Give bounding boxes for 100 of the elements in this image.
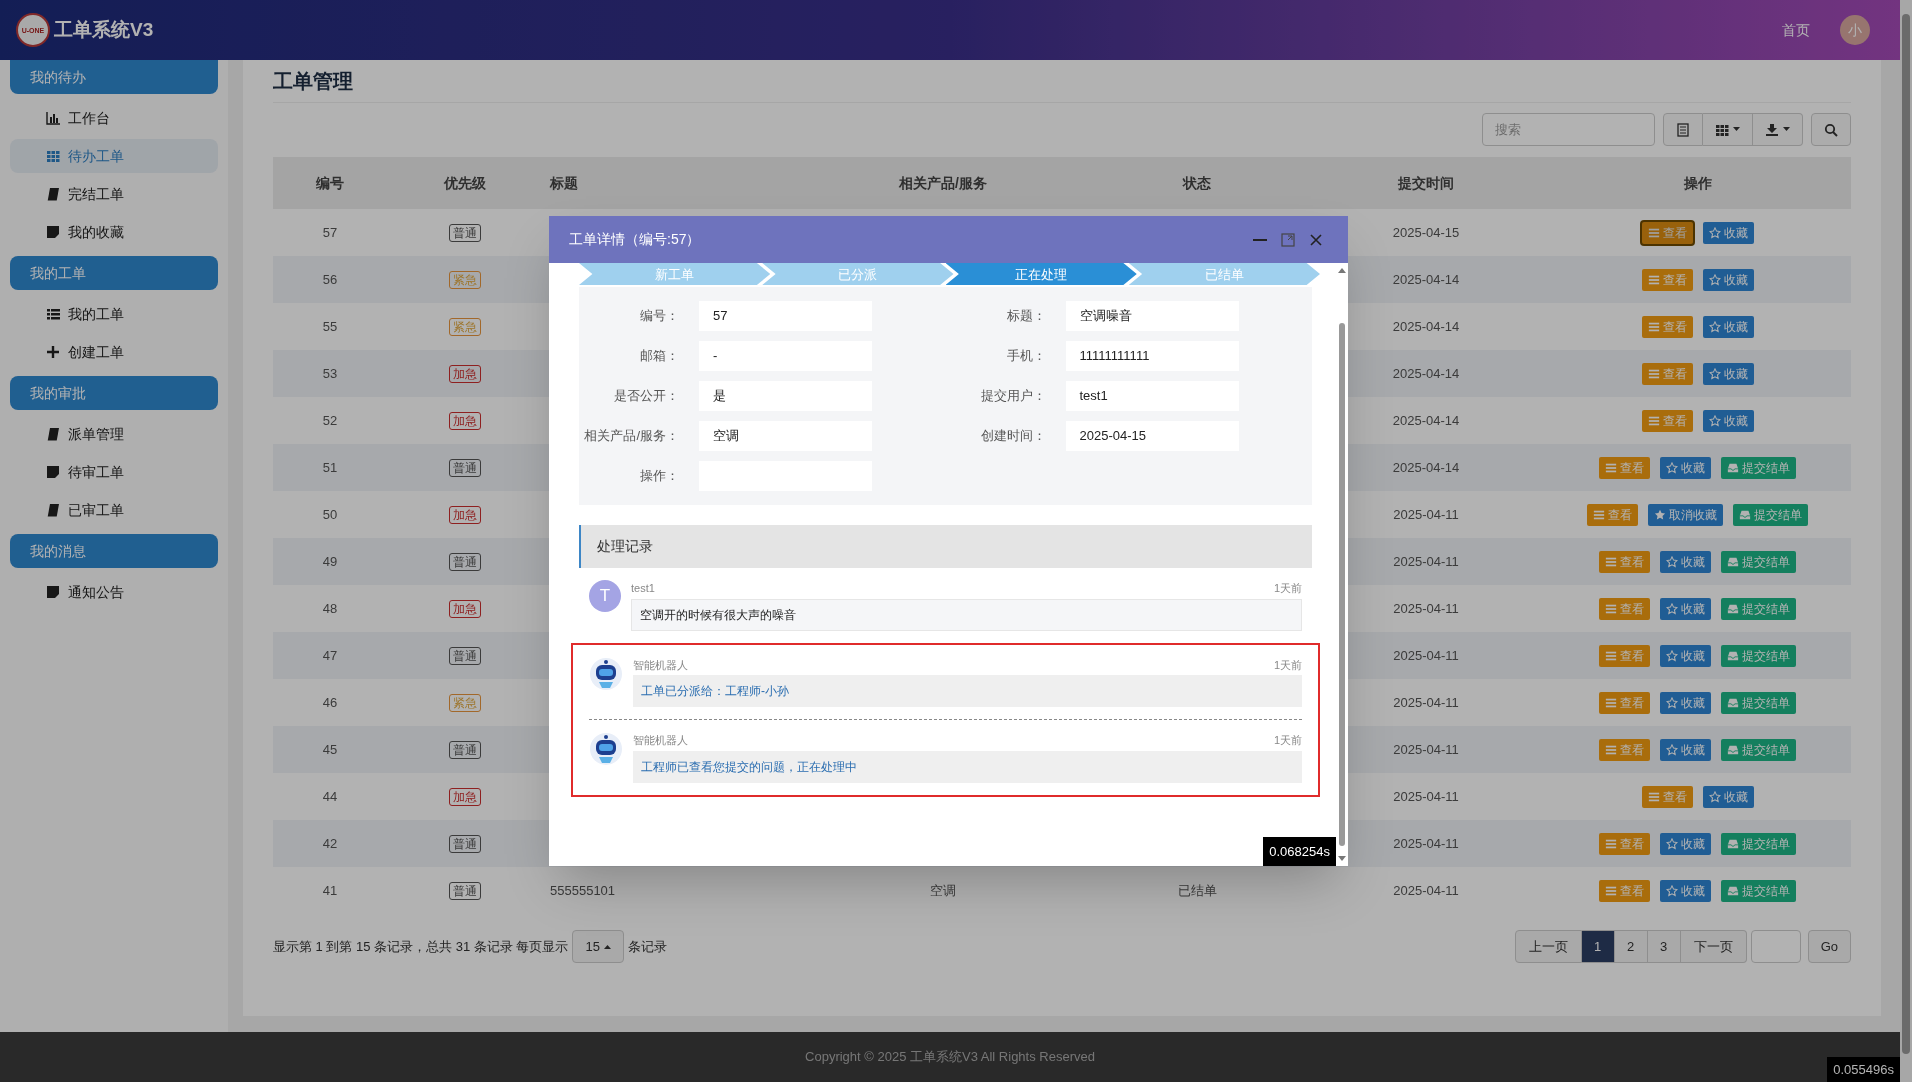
sidebar-group-header[interactable]: 我的工单 <box>10 256 218 290</box>
list-icon <box>1593 508 1605 521</box>
sidebar-item[interactable]: 通知公告 <box>10 575 218 609</box>
submit-button[interactable]: 提交结单 <box>1721 879 1796 902</box>
favorite-button[interactable]: 收藏 <box>1660 597 1711 620</box>
list-icon <box>1647 367 1660 380</box>
export-button[interactable] <box>1753 113 1803 146</box>
submit-button[interactable]: 提交结单 <box>1721 644 1796 667</box>
inbox-icon <box>1727 555 1739 568</box>
favorite-button[interactable]: 收藏 <box>1660 456 1711 479</box>
sidebar-group-header[interactable]: 我的待办 <box>10 60 218 94</box>
view-button[interactable]: 查看 <box>1599 691 1650 714</box>
page-size-select[interactable]: 15 <box>572 930 624 963</box>
sidebar-item[interactable]: 创建工单 <box>10 335 218 369</box>
sidebar-item[interactable]: 完结工单 <box>10 177 218 211</box>
priority-tag: 紧急 <box>449 693 481 712</box>
sidebar-item[interactable]: 我的工单 <box>10 297 218 331</box>
sidebar-item[interactable]: 工作台 <box>10 101 218 135</box>
record-message: 空调开的时候有很大声的噪音 <box>631 598 1302 631</box>
favorite-button[interactable]: 收藏 <box>1660 738 1711 761</box>
star-icon <box>1666 696 1678 709</box>
priority-tag: 紧急 <box>449 317 481 336</box>
submit-button[interactable]: 提交结单 <box>1721 691 1796 714</box>
table-cell: 56 <box>322 271 338 287</box>
favorite-button[interactable]: 收藏 <box>1702 221 1754 244</box>
sidebar-group-header[interactable]: 我的审批 <box>10 376 218 410</box>
pagination-suffix: 条记录 <box>627 937 667 956</box>
page-button[interactable]: 3 <box>1647 930 1681 963</box>
favorite-button[interactable]: 收藏 <box>1660 832 1711 855</box>
author-name: 智能机器人 <box>633 657 688 673</box>
view-button[interactable]: 查看 <box>1599 644 1650 667</box>
view-button[interactable]: 查看 <box>1599 597 1650 620</box>
view-button[interactable]: 查看 <box>1641 315 1693 338</box>
submit-button[interactable]: 提交结单 <box>1733 503 1808 526</box>
submit-button[interactable]: 提交结单 <box>1721 832 1796 855</box>
submit-button[interactable]: 提交结单 <box>1721 597 1796 620</box>
submit-button[interactable]: 提交结单 <box>1721 456 1796 479</box>
star-icon <box>1708 226 1721 239</box>
pagination-info: 显示第 1 到第 15 条记录，总共 31 条记录 每页显示 <box>273 937 569 956</box>
view-button[interactable]: 查看 <box>1641 268 1693 291</box>
home-link[interactable]: 首页 <box>1782 19 1810 41</box>
table-cell: 空调 <box>930 882 956 898</box>
table-cell: 2025-04-11 <box>1393 788 1459 804</box>
progress-step: 已分派 <box>762 263 954 285</box>
priority-tag: 加急 <box>449 411 481 430</box>
view-button[interactable]: 查看 <box>1599 879 1650 902</box>
column-header: 操作 <box>1682 173 1713 193</box>
list-icon <box>1605 602 1617 615</box>
sidebar-item[interactable]: 派单管理 <box>10 417 218 451</box>
submit-button[interactable]: 提交结单 <box>1721 738 1796 761</box>
unfavorite-button[interactable]: 取消收藏 <box>1648 503 1723 526</box>
view-button[interactable]: 查看 <box>1599 738 1650 761</box>
favorite-button[interactable]: 收藏 <box>1660 550 1711 573</box>
favorite-button[interactable]: 收藏 <box>1660 879 1711 902</box>
view-button[interactable]: 查看 <box>1641 409 1693 432</box>
inbox-icon <box>1727 743 1739 756</box>
page-button[interactable]: 1 <box>1581 930 1615 963</box>
favorite-button[interactable]: 收藏 <box>1702 409 1754 432</box>
minimize-icon <box>1253 238 1267 241</box>
next-page-button[interactable]: 下一页 <box>1680 930 1747 963</box>
search-button[interactable] <box>1811 113 1851 146</box>
favorite-button[interactable]: 收藏 <box>1660 691 1711 714</box>
star-icon <box>1666 743 1678 756</box>
column-header: 标题 <box>549 173 579 193</box>
star-icon <box>1666 555 1678 568</box>
view-button[interactable]: 查看 <box>1641 785 1693 808</box>
sidebar-item[interactable]: 已审工单 <box>10 493 218 527</box>
sidebar-group-header[interactable]: 我的消息 <box>10 534 218 568</box>
list-icon <box>1647 320 1660 333</box>
inbox-icon <box>1727 696 1739 709</box>
field-value: 是 <box>699 381 872 411</box>
view-button[interactable]: 查看 <box>1599 832 1650 855</box>
view-button[interactable]: 查看 <box>1641 362 1693 385</box>
sidebar-item[interactable]: 待审工单 <box>10 455 218 489</box>
submit-button[interactable]: 提交结单 <box>1721 550 1796 573</box>
search-field[interactable]: 搜索 <box>1482 113 1655 146</box>
favorite-button[interactable]: 收藏 <box>1702 785 1754 808</box>
view-button[interactable]: 查看 <box>1641 221 1693 244</box>
column-header: 状态 <box>1181 173 1212 193</box>
page-button[interactable]: 2 <box>1614 930 1648 963</box>
timing-label: 0.068254s <box>1263 836 1336 866</box>
star-icon <box>1708 367 1721 380</box>
view-button[interactable]: 查看 <box>1599 456 1650 479</box>
favorite-button[interactable]: 收藏 <box>1702 315 1754 338</box>
view-button[interactable]: 查看 <box>1599 550 1650 573</box>
sidebar-item[interactable]: 我的收藏 <box>10 215 218 249</box>
favorite-button[interactable]: 收藏 <box>1660 644 1711 667</box>
field-label: 提交用户： <box>979 387 1047 406</box>
previous-page-button[interactable]: 上一页 <box>1514 930 1582 963</box>
priority-tag: 加急 <box>449 505 481 524</box>
favorite-button[interactable]: 收藏 <box>1702 268 1754 291</box>
columns-button[interactable] <box>1703 113 1753 146</box>
caret-icon <box>603 944 611 949</box>
go-button[interactable]: Go <box>1807 930 1851 963</box>
view-button[interactable]: 查看 <box>1587 503 1638 526</box>
view-toggle-button[interactable] <box>1663 113 1703 146</box>
user-avatar[interactable]: 小 <box>1840 15 1870 45</box>
page-number-field[interactable] <box>1750 930 1801 963</box>
sidebar-item[interactable]: 待办工单 <box>10 139 218 173</box>
favorite-button[interactable]: 收藏 <box>1702 362 1754 385</box>
